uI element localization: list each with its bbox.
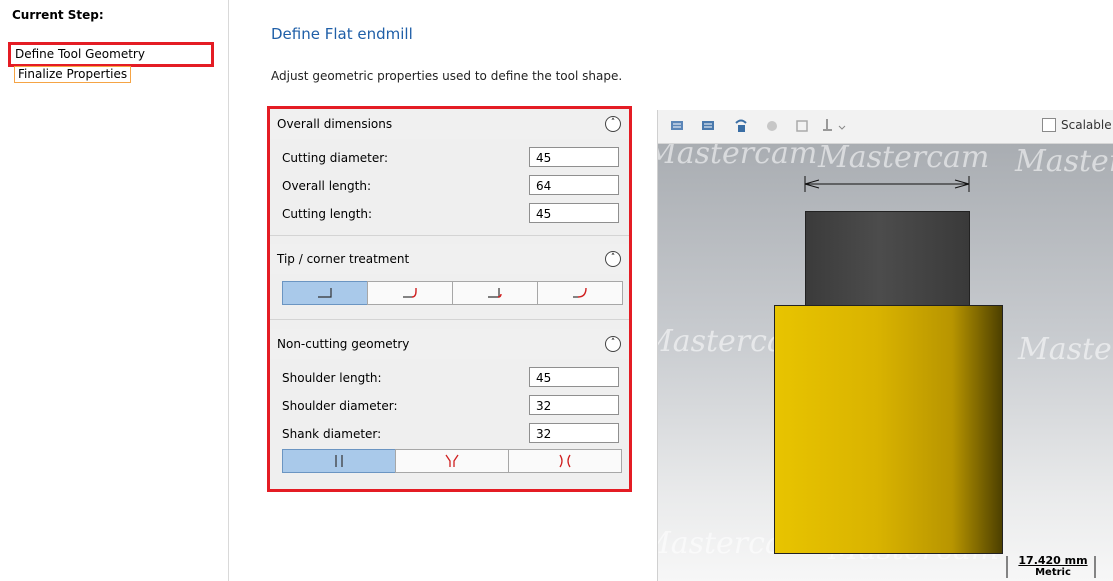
chevron-down-icon[interactable] (838, 118, 846, 134)
straight-shank-button[interactable] (282, 449, 396, 473)
section-label: Tip / corner treatment (277, 252, 410, 266)
tapered-shank-icon (445, 454, 459, 467)
overall-length-row: Overall length: 64 (282, 175, 622, 197)
shoulder-diameter-row: Shoulder diameter: 32 (282, 395, 622, 417)
watermark-text: Mastercam (1018, 332, 1113, 367)
tool-properties-panel: Overall dimensions ˄ Cutting diameter: 4… (267, 106, 632, 492)
corner-radius-button[interactable] (367, 281, 453, 305)
page-description: Adjust geometric properties used to defi… (271, 69, 623, 83)
preview-canvas[interactable]: Mastercam Mastercam Mastercam Mastercam … (658, 144, 1113, 581)
step-finalize-properties[interactable]: Finalize Properties (14, 66, 132, 83)
watermark-text: Mastercam (658, 144, 818, 171)
necked-shank-icon (559, 454, 571, 468)
viewport-toolbar: Scalable (658, 110, 1113, 144)
tool-cutting-body-shape (774, 305, 1003, 554)
shoulder-length-label: Shoulder length: (282, 371, 382, 385)
scalable-checkbox[interactable]: Scalable (1042, 118, 1112, 132)
holder-view-icon (796, 120, 808, 132)
scale-indicator: 17.420 mm Metric (1005, 554, 1101, 578)
section-label: Non-cutting geometry (277, 337, 410, 351)
corner-radius-small-button[interactable] (452, 281, 538, 305)
collapse-icon[interactable]: ˄ (605, 116, 621, 132)
tip-treatment-buttons (282, 281, 623, 305)
corner-radius-icon (403, 288, 417, 298)
overall-length-input[interactable]: 64 (529, 175, 619, 195)
step-define-tool-geometry[interactable]: Define Tool Geometry (8, 42, 214, 67)
shoulder-length-input[interactable]: 45 (529, 367, 619, 387)
tool-view-dropdown-icon[interactable] (820, 118, 836, 134)
collapse-icon[interactable]: ˄ (605, 336, 621, 352)
checkbox-box[interactable] (1042, 118, 1056, 132)
flat-corner-icon (318, 288, 332, 298)
shoulder-diameter-input[interactable]: 32 (529, 395, 619, 415)
shoulder-length-row: Shoulder length: 45 (282, 367, 622, 389)
tapered-shank-button[interactable] (395, 449, 509, 473)
section-label: Overall dimensions (277, 117, 393, 131)
shade-view-icon (767, 121, 777, 131)
cutting-length-label: Cutting length: (282, 207, 373, 221)
corner-radius-small-icon (488, 288, 502, 298)
overall-length-label: Overall length: (282, 179, 371, 193)
cutting-diameter-input[interactable]: 45 (529, 147, 619, 167)
shoulder-diameter-label: Shoulder diameter: (282, 399, 398, 413)
shank-diameter-label: Shank diameter: (282, 427, 382, 441)
divider (270, 319, 629, 320)
cutting-diameter-label: Cutting diameter: (282, 151, 388, 165)
overall-dimensions-header[interactable]: Overall dimensions ˄ (270, 109, 629, 139)
tool-shank-shape (805, 211, 970, 308)
straight-shank-icon (335, 455, 343, 467)
cutting-length-input[interactable]: 45 (529, 203, 619, 223)
diameter-dimension-arrow (804, 176, 970, 192)
non-cutting-header[interactable]: Non-cutting geometry ˄ (270, 329, 629, 359)
rotate-view-icon[interactable] (733, 118, 749, 134)
flat-corner-button[interactable] (282, 281, 368, 305)
watermark-text: Mastercam (818, 144, 990, 175)
full-radius-icon (573, 287, 587, 298)
shank-type-buttons (282, 449, 622, 473)
watermark-text: Mastercam (1015, 144, 1113, 179)
tool-preview-viewport: Scalable Mastercam Mastercam Mastercam M… (657, 110, 1113, 581)
cutting-length-row: Cutting length: 45 (282, 203, 622, 225)
current-step-title: Current Step: (12, 8, 104, 22)
collapse-icon[interactable]: ˄ (605, 251, 621, 267)
necked-shank-button[interactable] (508, 449, 622, 473)
scale-bar (1006, 556, 1096, 578)
shank-diameter-row: Shank diameter: 32 (282, 423, 622, 445)
scalable-label: Scalable (1061, 118, 1112, 132)
steps-panel: Current Step: Define Tool Geometry Final… (0, 0, 229, 581)
tip-corner-header[interactable]: Tip / corner treatment ˄ (270, 244, 629, 274)
fit-view-icon[interactable] (670, 118, 686, 134)
cutting-diameter-row: Cutting diameter: 45 (282, 147, 622, 169)
shank-diameter-input[interactable]: 32 (529, 423, 619, 443)
zoom-view-icon[interactable] (700, 118, 716, 134)
divider (270, 235, 629, 236)
page-title: Define Flat endmill (271, 25, 413, 43)
full-radius-button[interactable] (537, 281, 623, 305)
